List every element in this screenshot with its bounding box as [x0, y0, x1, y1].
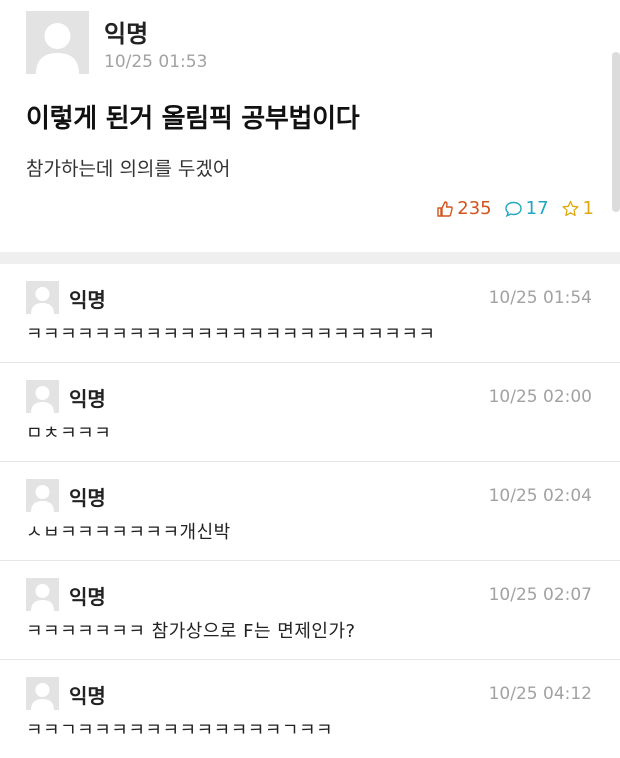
comment-item: 익명 10/25 01:54 ㅋㅋㅋㅋㅋㅋㅋㅋㅋㅋㅋㅋㅋㅋㅋㅋㅋㅋㅋㅋㅋㅋㅋㅋ: [0, 264, 620, 363]
comment-time: 10/25 02:04: [488, 486, 592, 506]
comment-time: 10/25 02:07: [488, 585, 592, 605]
section-divider: [0, 252, 620, 264]
post-author[interactable]: 익명: [104, 14, 148, 49]
comment-text: ㅅㅂㅋㅋㅋㅋㅋㅋㅋ개신박: [26, 522, 231, 543]
comment-author[interactable]: 익명: [69, 680, 106, 709]
thumbs-up-icon: [437, 200, 454, 217]
comment-item: 익명 10/25 02:07 ㅋㅋㅋㅋㅋㅋㅋ 참가상으로 F는 면제인가?: [0, 561, 620, 660]
comment-text: ㅁㅊㅋㅋㅋ: [26, 423, 112, 444]
scrap-button[interactable]: 1: [561, 198, 594, 219]
default-avatar-icon[interactable]: [26, 677, 59, 710]
comment-text: ㅋㅋㅋㅋㅋㅋㅋㅋㅋㅋㅋㅋㅋㅋㅋㅋㅋㅋㅋㅋㅋㅋㅋㅋ: [26, 324, 436, 345]
post-date: 10/25 01:53: [104, 52, 208, 72]
comment-text: ㅋㅋㄱㅋㅋㅋㅋㅋㅋㅋㅋㅋㅋㅋㅋㄱㅋㅋ: [26, 720, 334, 741]
comment-item: 익명 10/25 02:04 ㅅㅂㅋㅋㅋㅋㅋㅋㅋ개신박: [0, 462, 620, 561]
post-stats: 235 17 1: [424, 198, 594, 219]
comment-author[interactable]: 익명: [69, 383, 106, 412]
comment-time: 10/25 04:12: [488, 684, 592, 704]
post-title: 이렇게 된거 올림픽 공부법이다: [26, 104, 360, 134]
comment-author[interactable]: 익명: [69, 284, 106, 313]
default-avatar-icon[interactable]: [26, 479, 59, 512]
default-avatar-icon[interactable]: [26, 380, 59, 413]
comment-item: 익명 10/25 04:12 ㅋㅋㄱㅋㅋㅋㅋㅋㅋㅋㅋㅋㅋㅋㅋㄱㅋㅋ: [0, 660, 620, 758]
like-button[interactable]: 235: [436, 198, 492, 219]
comment-text: ㅋㅋㅋㅋㅋㅋㅋ 참가상으로 F는 면제인가?: [26, 621, 356, 642]
comment-item: 익명 10/25 02:00 ㅁㅊㅋㅋㅋ: [0, 363, 620, 462]
comment-time: 10/25 02:00: [488, 387, 592, 407]
comment-count-button[interactable]: 17: [504, 198, 549, 219]
scrap-count: 1: [582, 198, 594, 219]
comment-list: 익명 10/25 01:54 ㅋㅋㅋㅋㅋㅋㅋㅋㅋㅋㅋㅋㅋㅋㅋㅋㅋㅋㅋㅋㅋㅋㅋㅋ …: [0, 264, 620, 758]
default-avatar-icon[interactable]: [26, 578, 59, 611]
like-count: 235: [457, 198, 492, 219]
default-avatar-icon[interactable]: [26, 11, 89, 74]
comment-author[interactable]: 익명: [69, 482, 106, 511]
comment-count: 17: [525, 198, 549, 219]
speech-bubble-icon: [504, 201, 522, 217]
post-body: 참가하는데 의의를 두겠어: [26, 158, 231, 180]
comment-author[interactable]: 익명: [69, 581, 106, 610]
comment-time: 10/25 01:54: [488, 288, 592, 308]
scrollbar[interactable]: [612, 52, 620, 212]
star-icon: [561, 200, 579, 216]
post: 익명 10/25 01:53 이렇게 된거 올림픽 공부법이다 참가하는데 의의…: [0, 0, 620, 252]
default-avatar-icon[interactable]: [26, 281, 59, 314]
